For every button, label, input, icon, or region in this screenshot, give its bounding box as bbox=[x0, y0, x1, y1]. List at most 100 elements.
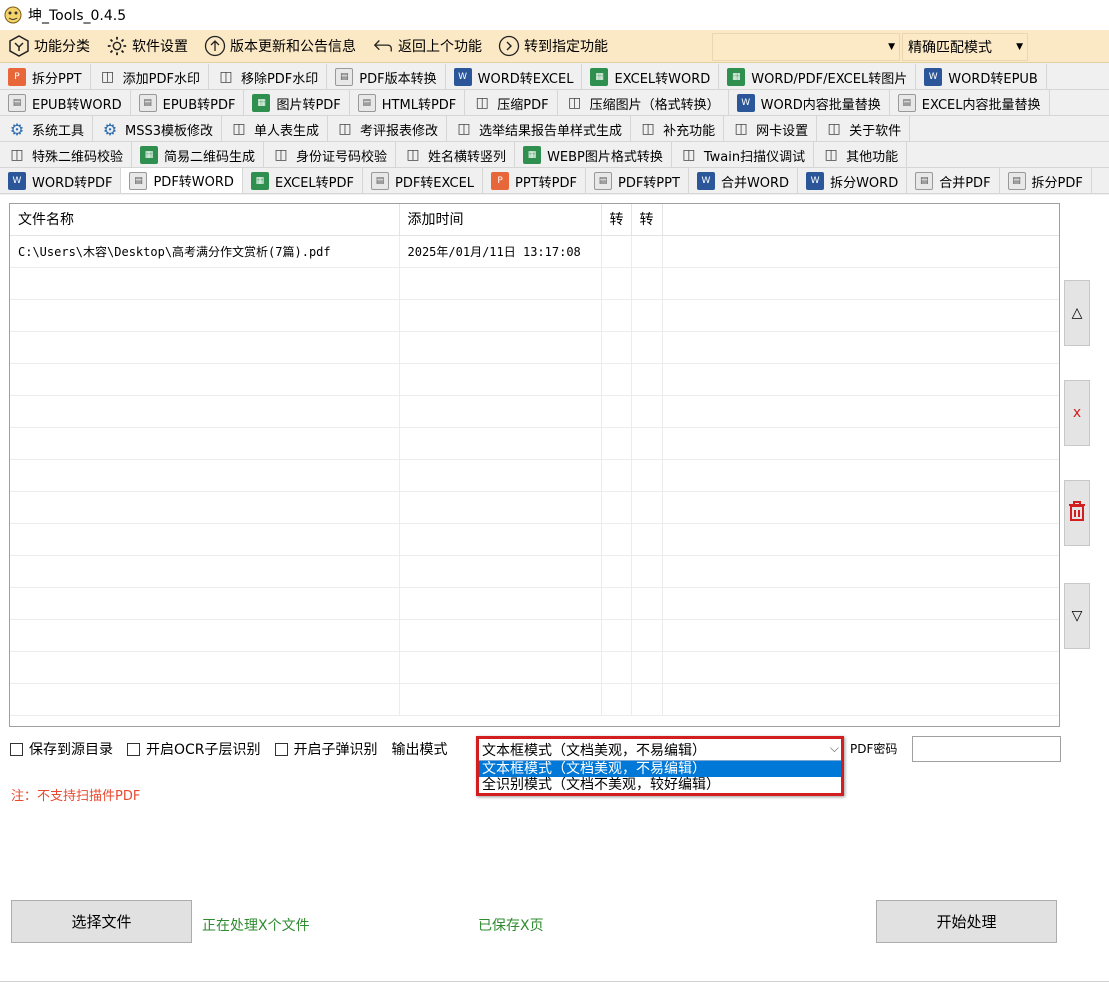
table-cell bbox=[601, 491, 632, 524]
table-row[interactable] bbox=[10, 523, 1059, 556]
goto-button[interactable]: 转到指定功能 bbox=[490, 32, 616, 60]
table-row[interactable] bbox=[10, 555, 1059, 588]
back-button[interactable]: 返回上个功能 bbox=[364, 32, 490, 60]
feature-tab[interactable]: ▤ 拆分PDF bbox=[1000, 168, 1092, 193]
updates-button[interactable]: 版本更新和公告信息 bbox=[196, 32, 364, 60]
feature-tab[interactable]: ◫ 网卡设置 bbox=[724, 116, 818, 141]
feature-tab[interactable]: W WORD转EPUB bbox=[916, 64, 1047, 89]
feature-tab[interactable]: W WORD转EXCEL bbox=[446, 64, 583, 89]
feature-tab[interactable]: ◫ 补充功能 bbox=[631, 116, 725, 141]
feature-tab[interactable]: ▤ PDF转WORD bbox=[121, 168, 243, 193]
select-file-button[interactable]: 选择文件 bbox=[11, 900, 192, 943]
popup-recognition-checkbox[interactable]: 开启子弹识别 bbox=[274, 739, 378, 759]
table-cell bbox=[601, 267, 632, 300]
start-processing-button[interactable]: 开始处理 bbox=[876, 900, 1057, 943]
table-row[interactable]: C:\Users\木容\Desktop\高考满分作文赏析(7篇).pdf 2025… bbox=[10, 235, 1059, 268]
table-row[interactable] bbox=[10, 619, 1059, 652]
settings-button[interactable]: 软件设置 bbox=[98, 32, 196, 60]
table-row[interactable] bbox=[10, 331, 1059, 364]
feature-tab[interactable]: ▤ HTML转PDF bbox=[350, 90, 466, 115]
feature-tab[interactable]: ▤ EPUB转PDF bbox=[131, 90, 245, 115]
feature-tab[interactable]: ▤ PDF转PPT bbox=[586, 168, 689, 193]
table-row[interactable] bbox=[10, 299, 1059, 332]
function-search-combo[interactable]: ▼ bbox=[712, 33, 900, 61]
feature-tab[interactable]: ◫ 选举结果报告单样式生成 bbox=[447, 116, 632, 141]
checkbox-box[interactable] bbox=[10, 742, 23, 756]
feature-tab[interactable]: W WORD内容批量替换 bbox=[729, 90, 890, 115]
column-header[interactable]: 文件名称 bbox=[10, 204, 400, 236]
feature-tab[interactable]: ▤ PDF转EXCEL bbox=[363, 168, 484, 193]
feature-tab[interactable]: ◫ 压缩PDF bbox=[465, 90, 558, 115]
feature-tab[interactable]: ◫ 压缩图片（格式转换） bbox=[558, 90, 729, 115]
move-up-button[interactable]: △ bbox=[1064, 280, 1090, 346]
feature-tab[interactable]: ◫ 考评报表修改 bbox=[328, 116, 448, 141]
output-mode-option[interactable]: 全识别模式（文档不美观，较好编辑） bbox=[479, 777, 841, 793]
feature-tab[interactable]: ▦ WEBP图片格式转换 bbox=[515, 142, 672, 167]
feature-tab[interactable]: ▤ PDF版本转换 bbox=[327, 64, 446, 89]
feature-tab[interactable]: W 合并WORD bbox=[689, 168, 799, 193]
file-list[interactable]: 文件名称 添加时间转转 C:\Users\木容\Desktop\高考满分作文赏析(… bbox=[9, 203, 1060, 727]
table-row[interactable] bbox=[10, 459, 1059, 492]
saved-status: 已保存X页 bbox=[478, 918, 544, 934]
table-row[interactable] bbox=[10, 363, 1059, 396]
checkbox-box[interactable] bbox=[274, 742, 288, 756]
word-doc-icon: W bbox=[453, 68, 472, 86]
category-button[interactable]: 功能分类 bbox=[0, 32, 98, 60]
table-cell bbox=[10, 331, 400, 364]
clear-list-button[interactable] bbox=[1064, 480, 1090, 546]
output-mode-current[interactable]: 文本框模式（文档美观，不易编辑） ⌵ bbox=[479, 739, 841, 761]
feature-tab[interactable]: ◫ 添加PDF水印 bbox=[91, 64, 209, 89]
checkbox-box[interactable] bbox=[127, 742, 140, 756]
remove-button[interactable]: x bbox=[1064, 380, 1090, 446]
feature-tab[interactable]: ◫ 单人表生成 bbox=[222, 116, 329, 141]
feature-tab[interactable]: ▤ EXCEL内容批量替换 bbox=[890, 90, 1050, 115]
feature-tab[interactable]: ▦ EXCEL转PDF bbox=[243, 168, 363, 193]
feature-tab[interactable]: ◫ 特殊二维码校验 bbox=[0, 142, 133, 167]
feature-tab[interactable]: P 拆分PPT bbox=[0, 64, 91, 89]
ocr-layer-checkbox[interactable]: 开启OCR子层识别 bbox=[127, 739, 261, 759]
table-cell bbox=[662, 299, 1059, 332]
feature-tab[interactable]: ⚙ 系统工具 bbox=[0, 116, 94, 141]
table-row[interactable] bbox=[10, 395, 1059, 428]
triangle-down-icon: ▽ bbox=[1071, 608, 1083, 624]
table-row[interactable] bbox=[10, 491, 1059, 524]
save-to-source-checkbox[interactable]: 保存到源目录 bbox=[10, 739, 113, 759]
image-doc-icon: ▦ bbox=[727, 68, 746, 86]
feature-tab[interactable]: ▦ WORD/PDF/EXCEL转图片 bbox=[719, 64, 917, 89]
pdf-password-input[interactable] bbox=[912, 736, 1061, 762]
table-row[interactable] bbox=[10, 683, 1059, 716]
feature-tab[interactable]: ▦ EXCEL转WORD bbox=[582, 64, 720, 89]
table-row[interactable] bbox=[10, 651, 1059, 684]
feature-tab[interactable]: W 拆分WORD bbox=[798, 168, 908, 193]
table-cell bbox=[601, 459, 632, 492]
column-header[interactable]: 转 bbox=[601, 204, 632, 236]
column-header[interactable]: 转 bbox=[631, 204, 663, 236]
table-row[interactable] bbox=[10, 267, 1059, 300]
match-mode-select[interactable]: 精确匹配模式 ▼ bbox=[902, 33, 1028, 61]
feature-tab[interactable]: W WORD转PDF bbox=[0, 168, 122, 193]
table-row[interactable] bbox=[10, 427, 1059, 460]
feature-tab[interactable]: ◫ 其他功能 bbox=[814, 142, 908, 167]
column-header[interactable]: 添加时间 bbox=[399, 204, 602, 236]
feature-tab[interactable]: ⚙ MSS3模板修改 bbox=[93, 116, 223, 141]
feature-tab-label: 网卡设置 bbox=[756, 123, 809, 139]
output-mode-dropdown[interactable]: 文本框模式（文档美观，不易编辑） ⌵ 文本框模式（文档美观，不易编辑） 全识别模… bbox=[476, 736, 844, 796]
feature-tab[interactable]: ▦ 简易二维码生成 bbox=[132, 142, 265, 167]
output-mode-option[interactable]: 文本框模式（文档美观，不易编辑） bbox=[479, 761, 841, 777]
feature-tab[interactable]: P PPT转PDF bbox=[483, 168, 586, 193]
table-cell bbox=[631, 587, 663, 620]
chevron-down-icon[interactable]: ⌵ bbox=[830, 741, 839, 756]
feature-tab[interactable]: ◫ Twain扫描仪调试 bbox=[672, 142, 815, 167]
feature-tab[interactable]: ◫ 移除PDF水印 bbox=[209, 64, 328, 89]
dropdown-caret-icon[interactable]: ▼ bbox=[1016, 42, 1023, 52]
feature-tab[interactable]: ◫ 姓名横转竖列 bbox=[396, 142, 516, 167]
table-row[interactable] bbox=[10, 587, 1059, 620]
feature-tab[interactable]: ▦ 图片转PDF bbox=[244, 90, 350, 115]
feature-tab[interactable]: ▤ 合并PDF bbox=[907, 168, 1000, 193]
dropdown-caret-icon[interactable]: ▼ bbox=[888, 42, 895, 52]
table-cell bbox=[399, 331, 602, 364]
feature-tab[interactable]: ◫ 关于软件 bbox=[817, 116, 911, 141]
feature-tab[interactable]: ▤ EPUB转WORD bbox=[0, 90, 131, 115]
move-down-button[interactable]: ▽ bbox=[1064, 583, 1090, 649]
feature-tab[interactable]: ◫ 身份证号码校验 bbox=[264, 142, 397, 167]
